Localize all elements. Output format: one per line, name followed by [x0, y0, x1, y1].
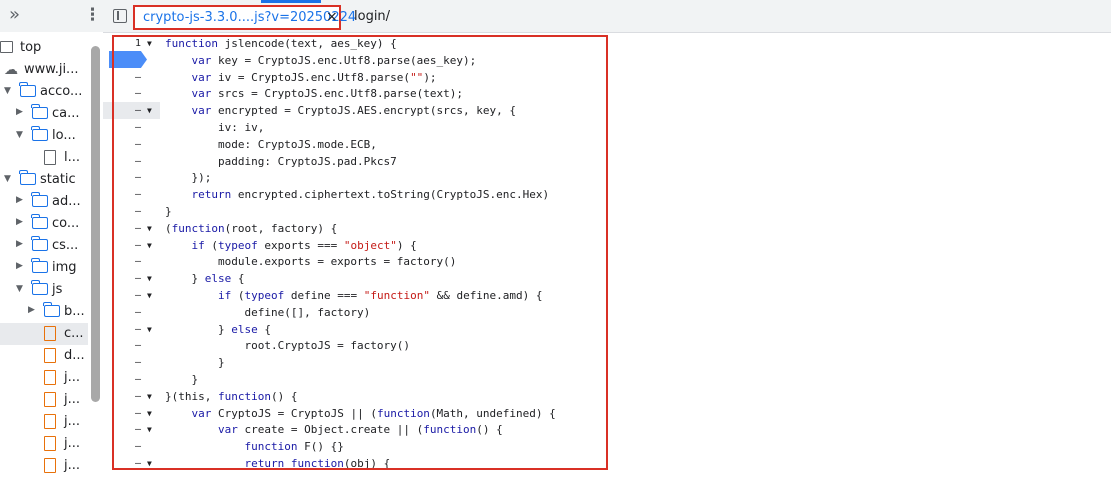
highlight-box	[112, 35, 608, 470]
folder-icon	[19, 82, 36, 97]
tree-item-label: d...	[64, 348, 85, 363]
cloud-icon: ☁	[4, 62, 18, 78]
folder-icon	[31, 192, 48, 207]
tree-item[interactable]: top	[0, 37, 100, 59]
active-tab-indicator	[261, 0, 321, 3]
tree-item[interactable]: ▶ b...	[0, 301, 100, 323]
js-file-icon	[44, 458, 56, 473]
tree-item[interactable]: ▶ co...	[0, 213, 100, 235]
tree-item[interactable]: ▶ img	[0, 257, 100, 279]
tree-item-label: ca...	[52, 106, 80, 121]
folder-icon	[31, 104, 48, 119]
tree-item-label: js	[52, 282, 63, 297]
tree-item-label: j...	[64, 392, 81, 407]
file-icon	[44, 150, 56, 165]
js-file-icon	[44, 392, 56, 407]
tree-item[interactable]: ▼ lo...	[0, 125, 100, 147]
tree-item[interactable]: j...	[0, 433, 100, 455]
chevron-down-icon[interactable]: ▼	[16, 284, 23, 294]
folder-icon	[31, 280, 48, 295]
tree-item[interactable]: j...	[0, 455, 100, 477]
tree-item-label: acco...	[40, 84, 83, 99]
folder-icon	[31, 214, 48, 229]
tab-label: crypto-js-3.3.0....js?v=20250224	[143, 10, 357, 25]
tree-item-label: lo...	[52, 128, 76, 143]
tree-item-label: j...	[64, 414, 81, 429]
js-file-icon	[44, 370, 56, 385]
tree-item-label: l...	[64, 150, 81, 165]
chevron-right-icon[interactable]: ▶	[16, 217, 23, 227]
folder-icon	[19, 170, 36, 185]
tree-item-label: j...	[64, 436, 81, 451]
chevron-right-icon[interactable]: ▶	[16, 239, 23, 249]
double-chevron-right-icon[interactable]: »	[9, 6, 20, 24]
folder-icon	[31, 126, 48, 141]
tree-item-label: ad...	[52, 194, 81, 209]
tree-item-label: j...	[64, 370, 81, 385]
tab-crypto-js[interactable]: crypto-js-3.3.0....js?v=20250224 ×	[133, 5, 356, 30]
chevron-right-icon[interactable]: ▶	[16, 195, 23, 205]
js-file-icon	[44, 326, 56, 341]
tree-item-label: co...	[52, 216, 80, 231]
kebab-menu-icon[interactable]: ⋮	[84, 5, 101, 25]
chevron-right-icon[interactable]: ▶	[16, 107, 23, 117]
close-icon[interactable]: ×	[326, 9, 338, 25]
tree-item-label: www.ji...	[24, 62, 79, 77]
tree-item[interactable]: ▶ ca...	[0, 103, 100, 125]
tree-item[interactable]: c...	[0, 323, 88, 345]
sidebar-toggle-icon[interactable]	[113, 9, 127, 23]
chevron-right-icon[interactable]: ▶	[28, 305, 35, 315]
tree-item[interactable]: ▼ js	[0, 279, 100, 301]
tree-item-label: static	[40, 172, 76, 187]
sources-navigator: » ⋮ top ☁ www.ji... ▼ acco... ▶ ca... ▼ lo... l..…	[0, 0, 103, 477]
tree-item-label: img	[52, 260, 77, 275]
navigator-scrollbar[interactable]	[91, 46, 100, 402]
tree-item[interactable]: ▶ ad...	[0, 191, 100, 213]
tree-item-label: top	[20, 40, 42, 55]
tree-item[interactable]: ▼ static	[0, 169, 100, 191]
code-editor[interactable]: 1 ▼ function jslencode(text, aes_key) { va…	[103, 33, 1111, 477]
js-file-icon	[44, 436, 56, 451]
tree-item[interactable]: d...	[0, 345, 100, 367]
js-file-icon	[44, 348, 56, 363]
folder-icon	[43, 302, 60, 317]
tree-item-label: j...	[64, 458, 81, 473]
folder-icon	[31, 236, 48, 251]
tree-item[interactable]: l...	[0, 147, 100, 169]
navigator-header: » ⋮	[0, 0, 103, 32]
js-file-icon	[44, 414, 56, 429]
tree-item[interactable]: ▼ acco...	[0, 81, 100, 103]
tree-item-label: c...	[64, 326, 84, 341]
tree-item[interactable]: ☁ www.ji...	[0, 59, 100, 81]
chevron-down-icon[interactable]: ▼	[4, 174, 11, 184]
tree-item[interactable]: j...	[0, 411, 100, 433]
frame-icon	[0, 41, 13, 53]
tree-item[interactable]: j...	[0, 389, 100, 411]
editor-tab-bar: crypto-js-3.3.0....js?v=20250224 × login…	[103, 0, 1111, 33]
tree-item-label: b...	[64, 304, 85, 319]
chevron-down-icon[interactable]: ▼	[4, 86, 11, 96]
tree-item[interactable]: j...	[0, 367, 100, 389]
folder-icon	[31, 258, 48, 273]
chevron-down-icon[interactable]: ▼	[16, 130, 23, 140]
tree-item[interactable]: ▶ cs...	[0, 235, 100, 257]
tree-item-label: cs...	[52, 238, 79, 253]
chevron-right-icon[interactable]: ▶	[16, 261, 23, 271]
tab-login[interactable]: login/	[354, 9, 390, 24]
